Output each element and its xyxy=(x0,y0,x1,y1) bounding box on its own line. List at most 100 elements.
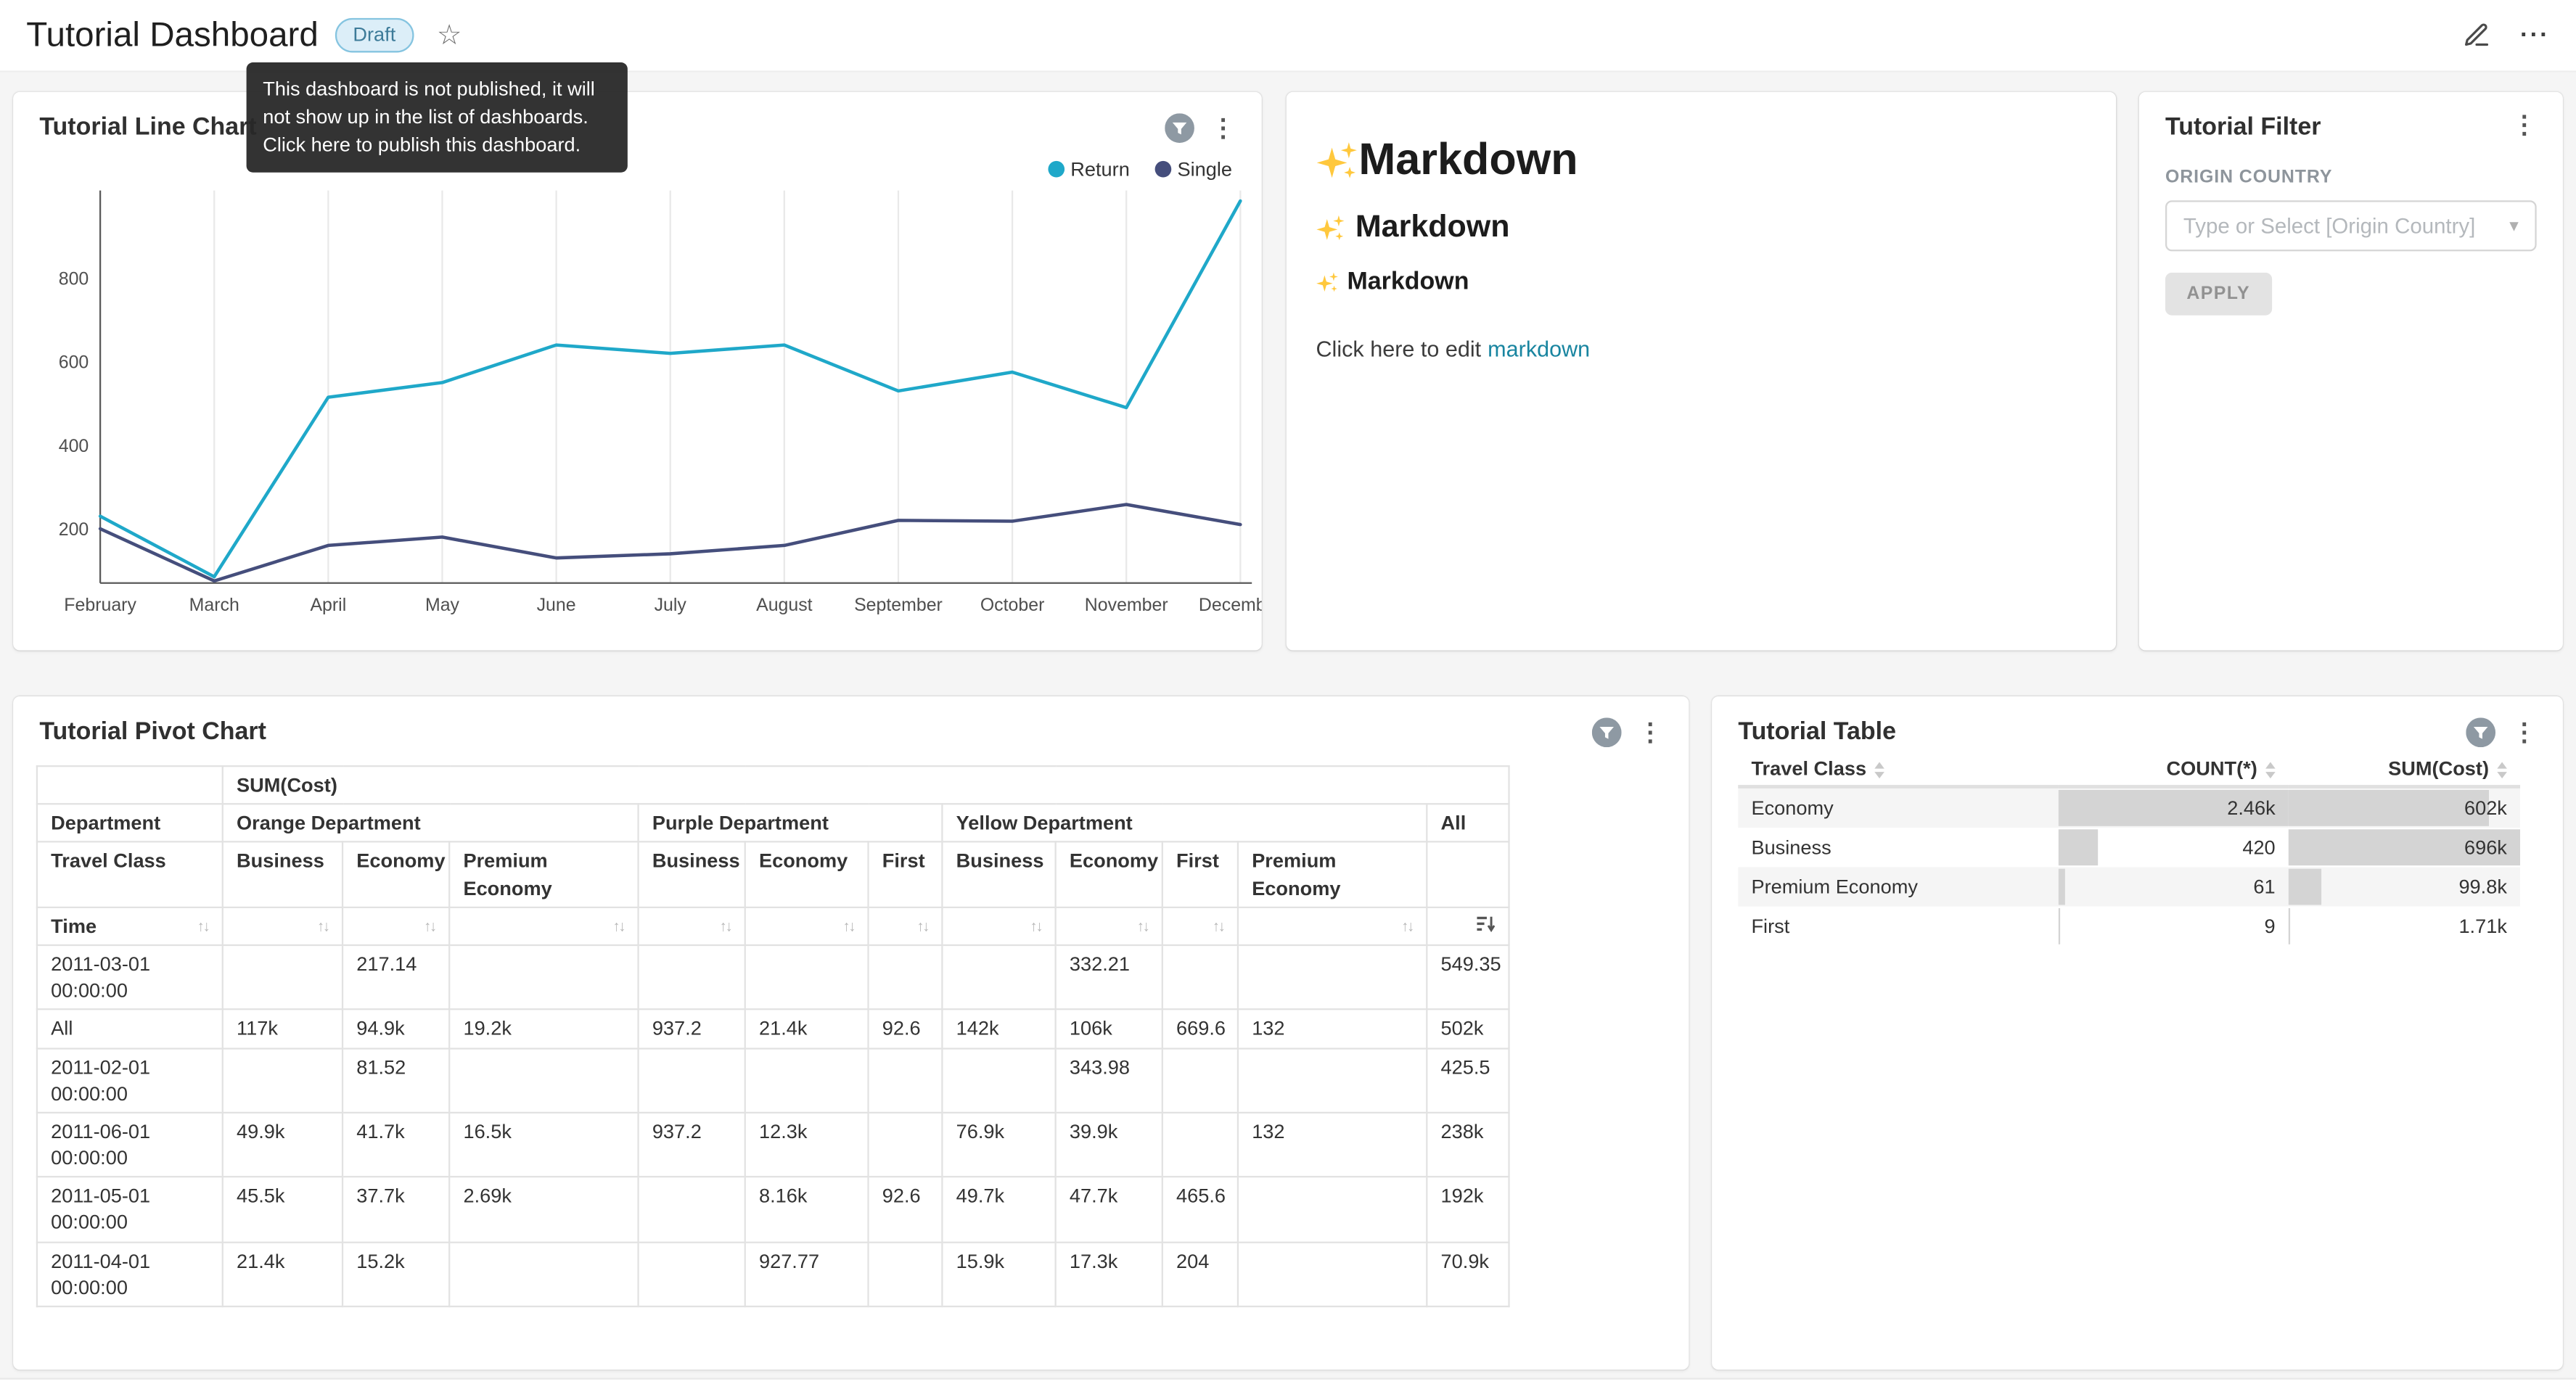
svg-text:December: December xyxy=(1199,595,1262,615)
table-row: First9 1.71k xyxy=(1738,907,2520,946)
sort-icon[interactable]: ↑↓ xyxy=(1030,916,1042,936)
publish-tooltip[interactable]: This dashboard is not published, it will… xyxy=(247,62,628,173)
sum-cell: 696k xyxy=(2289,828,2520,867)
pivot-row-label: 2011-02-01 00:00:00 xyxy=(37,1047,223,1112)
pivot-value-cell xyxy=(639,1047,745,1112)
edit-pencil-icon[interactable] xyxy=(2463,21,2490,49)
sort-icon[interactable]: ↑↓ xyxy=(720,916,731,936)
apply-button[interactable]: APPLY xyxy=(2165,273,2271,316)
kebab-menu-icon[interactable]: ⋮ xyxy=(1211,116,1236,141)
column-header[interactable]: Travel Class xyxy=(1738,752,2058,787)
pivot-group-header: Yellow Department xyxy=(942,804,1427,842)
pivot-row-label: 2011-06-01 00:00:00 xyxy=(37,1113,223,1177)
filter-title: Tutorial Filter xyxy=(2165,113,2321,141)
pivot-value-cell: 132 xyxy=(1238,1113,1427,1177)
more-menu-icon[interactable]: ··· xyxy=(2520,21,2550,49)
svg-text:400: 400 xyxy=(59,436,89,456)
pivot-value-cell: 76.9k xyxy=(942,1113,1055,1177)
pivot-sort-cell: ↑↓ xyxy=(342,907,449,944)
pivot-class-header: Premium Economy xyxy=(1238,842,1427,907)
filter-circle-icon[interactable] xyxy=(1165,113,1194,143)
pivot-value-cell: 669.6 xyxy=(1162,1010,1238,1047)
pivot-group-header: All xyxy=(1427,804,1509,842)
svg-text:March: March xyxy=(189,595,239,615)
pivot-value-cell: 12.3k xyxy=(745,1113,869,1177)
card-header: Tutorial Pivot Chart ⋮ xyxy=(13,696,1689,747)
pivot-row: 2011-02-01 00:00:0081.52343.98425.5 xyxy=(37,1047,1509,1112)
sort-icon[interactable]: ↑↓ xyxy=(916,916,928,936)
sort-carets-icon[interactable] xyxy=(2497,762,2507,778)
pivot-value-cell xyxy=(1238,1047,1427,1112)
filter-circle-icon[interactable] xyxy=(2466,717,2495,747)
pivot-value-cell xyxy=(745,1047,869,1112)
pivot-value-cell xyxy=(449,945,638,1010)
sort-icon[interactable]: ↑↓ xyxy=(612,916,624,936)
sort-icon[interactable]: ↑↓ xyxy=(1401,916,1413,936)
favorite-star-icon[interactable]: ☆ xyxy=(437,21,462,49)
kebab-menu-icon[interactable]: ⋮ xyxy=(2512,113,2537,138)
dashboard-header: Tutorial Dashboard Draft ☆ ··· xyxy=(0,0,2576,73)
pivot-row: 2011-03-01 00:00:00217.14332.21549.35 xyxy=(37,945,1509,1010)
caret-down-icon: ▾ xyxy=(2509,215,2519,236)
sort-icon[interactable]: ↑↓ xyxy=(842,916,854,936)
column-header[interactable]: COUNT(*) xyxy=(2059,752,2289,787)
pivot-value-cell: 47.7k xyxy=(1056,1177,1162,1242)
pivot-value-cell: 41.7k xyxy=(342,1113,449,1177)
pivot-sort-cell: ↑↓ xyxy=(869,907,943,944)
count-cell: 9 xyxy=(2059,907,2289,946)
sort-icon[interactable]: ↑↓ xyxy=(424,916,435,936)
pivot-value-cell: 192k xyxy=(1427,1177,1509,1242)
pivot-class-header: Business xyxy=(639,842,745,907)
markdown-edit-link[interactable]: markdown xyxy=(1488,337,1590,361)
pivot-value-cell xyxy=(1238,1242,1427,1306)
svg-text:October: October xyxy=(980,595,1045,615)
count-cell: 420 xyxy=(2059,828,2289,867)
pivot-value-cell xyxy=(869,945,943,1010)
column-header[interactable]: SUM(Cost) xyxy=(2289,752,2520,787)
card-header: Tutorial Filter ⋮ xyxy=(2139,92,2563,141)
sort-carets-icon[interactable] xyxy=(2265,762,2276,778)
origin-country-select[interactable]: Type or Select [Origin Country] ▾ xyxy=(2165,200,2537,251)
sort-icon[interactable]: ↑↓ xyxy=(1213,916,1224,936)
filter-circle-icon[interactable] xyxy=(1592,717,1622,747)
value-label: 99.8k xyxy=(2458,876,2506,899)
svg-text:September: September xyxy=(854,595,943,615)
kebab-menu-icon[interactable]: ⋮ xyxy=(1638,720,1662,745)
kebab-menu-icon[interactable]: ⋮ xyxy=(2512,720,2537,745)
pivot-value-cell: 502k xyxy=(1427,1010,1509,1047)
pivot-row: All117k94.9k19.2k937.221.4k92.6142k106k6… xyxy=(37,1010,1509,1047)
draft-badge[interactable]: Draft xyxy=(335,18,414,53)
pivot-value-cell xyxy=(449,1242,638,1306)
heading-text: Markdown xyxy=(1348,268,1469,295)
sort-icon[interactable]: ↑↓ xyxy=(197,916,209,936)
header-actions: ··· xyxy=(2463,21,2550,49)
pivot-metric-header: SUM(Cost) xyxy=(223,766,1509,804)
pivot-value-cell xyxy=(1162,1113,1238,1177)
sort-carets-icon[interactable] xyxy=(1874,762,1884,778)
sum-cell: 602k xyxy=(2289,786,2520,828)
sort-icon[interactable]: ↑↓ xyxy=(1137,916,1149,936)
svg-text:200: 200 xyxy=(59,519,89,540)
pivot-class-header xyxy=(1427,842,1509,907)
pivot-value-cell: 39.9k xyxy=(1056,1113,1162,1177)
pivot-value-cell xyxy=(1238,945,1427,1010)
pivot-value-cell xyxy=(223,945,342,1010)
sort-desc-active-icon[interactable] xyxy=(1477,914,1496,937)
pivot-value-cell: 238k xyxy=(1427,1113,1509,1177)
pivot-value-cell xyxy=(639,1242,745,1306)
sort-icon[interactable]: ↑↓ xyxy=(317,916,329,936)
pivot-value-cell: 94.9k xyxy=(342,1010,449,1047)
pivot-value-cell: 49.9k xyxy=(223,1113,342,1177)
pivot-value-cell: 21.4k xyxy=(745,1010,869,1047)
pivot-value-cell: 549.35 xyxy=(1427,945,1509,1010)
card-header: Tutorial Line Chart ⋮ xyxy=(13,92,1262,143)
value-label: 1.71k xyxy=(2458,915,2506,938)
travel-class-cell: First xyxy=(1738,907,2058,946)
pivot-row-label: All xyxy=(37,1010,223,1047)
pivot-class-header: Economy xyxy=(1056,842,1162,907)
pivot-value-cell: 343.98 xyxy=(1056,1047,1162,1112)
line-chart-canvas[interactable]: 200400600800FebruaryMarchAprilMayJuneJul… xyxy=(13,174,1262,641)
pivot-class-header: Business xyxy=(223,842,342,907)
pivot-value-cell: 17.3k xyxy=(1056,1242,1162,1306)
select-placeholder: Type or Select [Origin Country] xyxy=(2183,213,2475,238)
